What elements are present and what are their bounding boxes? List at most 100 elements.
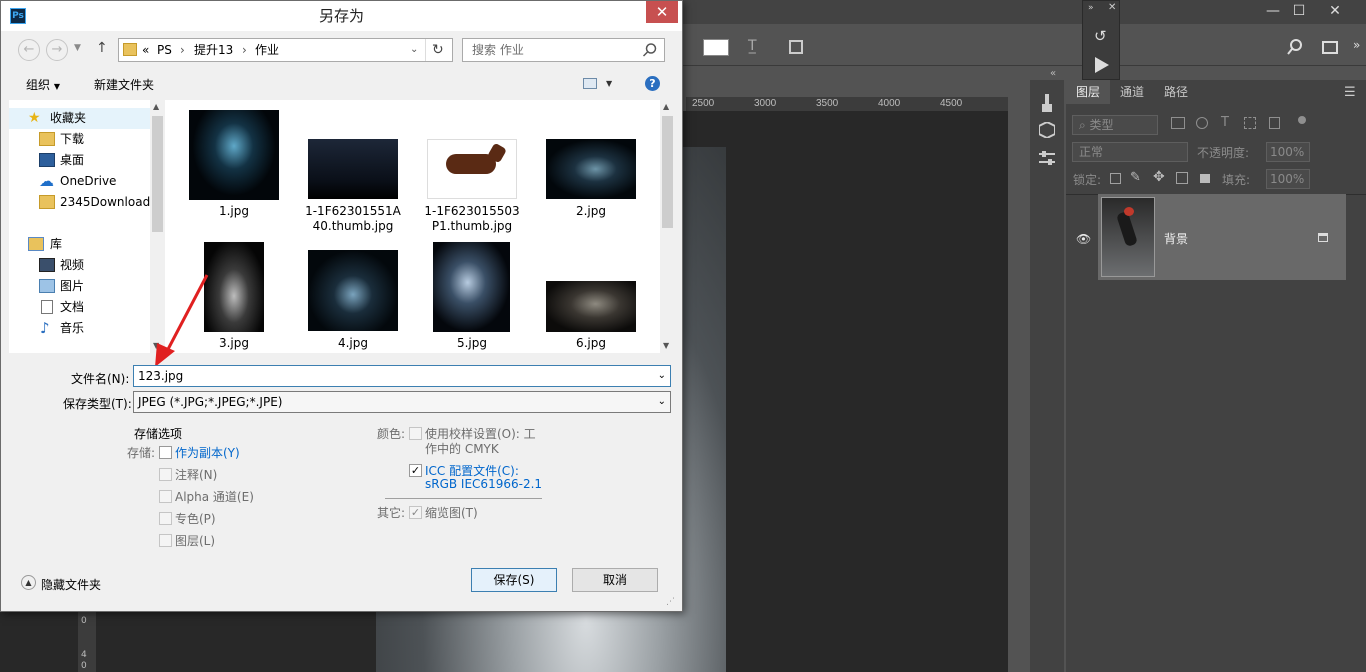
chevron-down-icon[interactable]: ⌄	[658, 366, 666, 386]
file-thumbnail[interactable]	[427, 139, 517, 199]
play-icon[interactable]	[1095, 57, 1109, 73]
blend-mode-select[interactable]: 正常	[1072, 142, 1188, 162]
chevron-down-icon[interactable]: ⌄	[658, 392, 666, 412]
file-name[interactable]: 2.jpg	[536, 204, 646, 219]
spot-checkbox[interactable]	[159, 512, 172, 525]
up-folder-button[interactable]: ↑	[96, 40, 108, 56]
breadcrumb-zuoye[interactable]: 作业	[255, 39, 279, 61]
forward-button[interactable]: →	[46, 39, 68, 61]
scroll-up-icon[interactable]: ▲	[663, 102, 669, 111]
file-thumbnail[interactable]	[308, 139, 398, 199]
file-thumbnail[interactable]	[433, 242, 510, 332]
help-icon[interactable]: ?	[645, 76, 660, 91]
search-icon[interactable]	[643, 43, 657, 57]
nav-favorites[interactable]: ★ 收藏夹	[9, 108, 150, 129]
filter-kind-select[interactable]: ⌕ 类型	[1072, 115, 1158, 135]
chevron-right-icon[interactable]: »	[1353, 38, 1360, 52]
save-button[interactable]: 保存(S)	[471, 568, 557, 592]
lock-artboard-icon[interactable]	[1176, 172, 1188, 184]
thumbnail-checkbox[interactable]: ✓	[409, 506, 422, 519]
file-thumbnail[interactable]	[546, 139, 636, 199]
close-icon[interactable]: ✕	[1108, 2, 1116, 13]
search-input[interactable]: 搜索 作业	[462, 38, 665, 62]
tab-channels[interactable]: 通道	[1110, 80, 1154, 104]
lock-all-icon[interactable]	[1200, 174, 1210, 183]
file-thumbnail[interactable]	[189, 110, 279, 200]
filter-shape-icon[interactable]	[1244, 117, 1256, 129]
opacity-field[interactable]: 100%	[1266, 142, 1310, 162]
icc-label-line2[interactable]: sRGB IEC61966-2.1	[425, 477, 542, 491]
text-orientation-icon[interactable]: T̲	[748, 38, 757, 54]
tab-layers[interactable]: 图层	[1066, 80, 1111, 104]
filter-type-icon[interactable]: T	[1221, 115, 1229, 130]
proof-checkbox[interactable]	[409, 427, 422, 440]
brush-presets-icon[interactable]	[1039, 94, 1055, 112]
notes-checkbox[interactable]	[159, 468, 172, 481]
close-window-button[interactable]: ✕	[1318, 0, 1352, 24]
panel-menu-icon[interactable]: ☰	[1344, 85, 1356, 100]
back-button[interactable]: ←	[18, 39, 40, 61]
color-swatch[interactable]	[703, 39, 729, 56]
new-folder-button[interactable]: 新建文件夹	[94, 76, 154, 93]
visibility-eye-icon[interactable]: 👁	[1076, 232, 1091, 246]
lock-transparent-icon[interactable]	[1110, 173, 1121, 184]
adjustments-sliders-icon[interactable]	[1039, 150, 1055, 166]
file-name[interactable]: 5.jpg	[417, 336, 527, 351]
lock-move-icon[interactable]: ✥	[1153, 169, 1165, 185]
breadcrumb-tisheng13[interactable]: 提升13	[194, 39, 233, 61]
layer-lock-icon[interactable]	[1318, 233, 1328, 242]
3d-cube-icon[interactable]	[1039, 122, 1055, 138]
breadcrumb-ps[interactable]: PS	[157, 39, 172, 61]
address-overflow[interactable]: «	[142, 39, 149, 61]
scroll-up-icon[interactable]: ▲	[153, 102, 159, 111]
file-name[interactable]: 6.jpg	[536, 336, 646, 351]
workspace-icon[interactable]	[1322, 41, 1338, 54]
collapse-icon[interactable]: »	[1088, 3, 1094, 13]
panel-toggle-icon[interactable]	[789, 40, 803, 54]
recent-locations-chevron-icon[interactable]: ▼	[74, 43, 81, 53]
hide-folders-button[interactable]: 隐藏文件夹	[41, 576, 101, 593]
resize-grip-icon[interactable]: ⋰	[666, 597, 675, 607]
dialog-close-button[interactable]: ✕	[646, 1, 678, 23]
layer-row-background[interactable]: 背景	[1098, 194, 1346, 280]
breadcrumb-separator[interactable]: ›	[242, 39, 247, 61]
alpha-checkbox[interactable]	[159, 490, 172, 503]
cancel-button[interactable]: 取消	[572, 568, 658, 592]
tab-paths[interactable]: 路径	[1154, 80, 1198, 104]
icc-checkbox[interactable]: ✓	[409, 464, 422, 477]
filter-adjustment-icon[interactable]	[1196, 117, 1208, 129]
lock-brush-icon[interactable]: ✎	[1130, 170, 1141, 185]
filter-smartobject-icon[interactable]	[1269, 117, 1280, 129]
collapse-icon[interactable]: «	[1050, 68, 1056, 79]
as-copy-label[interactable]: 作为副本(Y)	[175, 444, 240, 461]
file-scrollbar[interactable]: ▲ ▼	[660, 100, 675, 353]
history-icon[interactable]: ↺	[1094, 27, 1107, 45]
maximize-button[interactable]: ☐	[1282, 0, 1316, 24]
breadcrumb-separator[interactable]: ›	[180, 39, 185, 61]
file-thumbnail[interactable]	[204, 242, 264, 332]
scroll-thumb[interactable]	[662, 116, 673, 228]
organize-button[interactable]: 组织 ▼	[26, 76, 60, 93]
file-thumbnail[interactable]	[546, 281, 636, 332]
file-thumbnail[interactable]	[308, 250, 398, 331]
filetype-select[interactable]: JPEG (*.JPG;*.JPEG;*.JPE) ⌄	[133, 391, 671, 413]
hide-folders-chevron-icon[interactable]: ▲	[21, 575, 36, 590]
filter-toggle-icon[interactable]	[1298, 116, 1306, 124]
view-options-icon[interactable]	[583, 78, 597, 89]
scroll-thumb[interactable]	[152, 116, 163, 232]
file-name[interactable]: 4.jpg	[298, 336, 408, 351]
file-name[interactable]: 1-1F623015503 P1.thumb.jpg	[417, 204, 527, 234]
chevron-down-icon[interactable]: ▼	[606, 79, 612, 88]
address-bar[interactable]: « PS › 提升13 › 作业 ⌄ ↻	[118, 38, 453, 62]
filter-pixel-icon[interactable]	[1171, 117, 1185, 129]
fill-field[interactable]: 100%	[1266, 169, 1310, 189]
search-icon[interactable]	[1287, 39, 1303, 55]
file-name[interactable]: 1.jpg	[179, 204, 289, 219]
file-name[interactable]: 1-1F62301551A 40.thumb.jpg	[298, 204, 408, 234]
filename-input[interactable]: 123.jpg ⌄	[133, 365, 671, 387]
scroll-down-icon[interactable]: ▼	[663, 341, 669, 350]
as-copy-checkbox[interactable]	[159, 446, 172, 459]
address-dropdown-icon[interactable]: ⌄	[410, 39, 418, 61]
refresh-icon[interactable]: ↻	[432, 39, 444, 61]
layers-checkbox[interactable]	[159, 534, 172, 547]
